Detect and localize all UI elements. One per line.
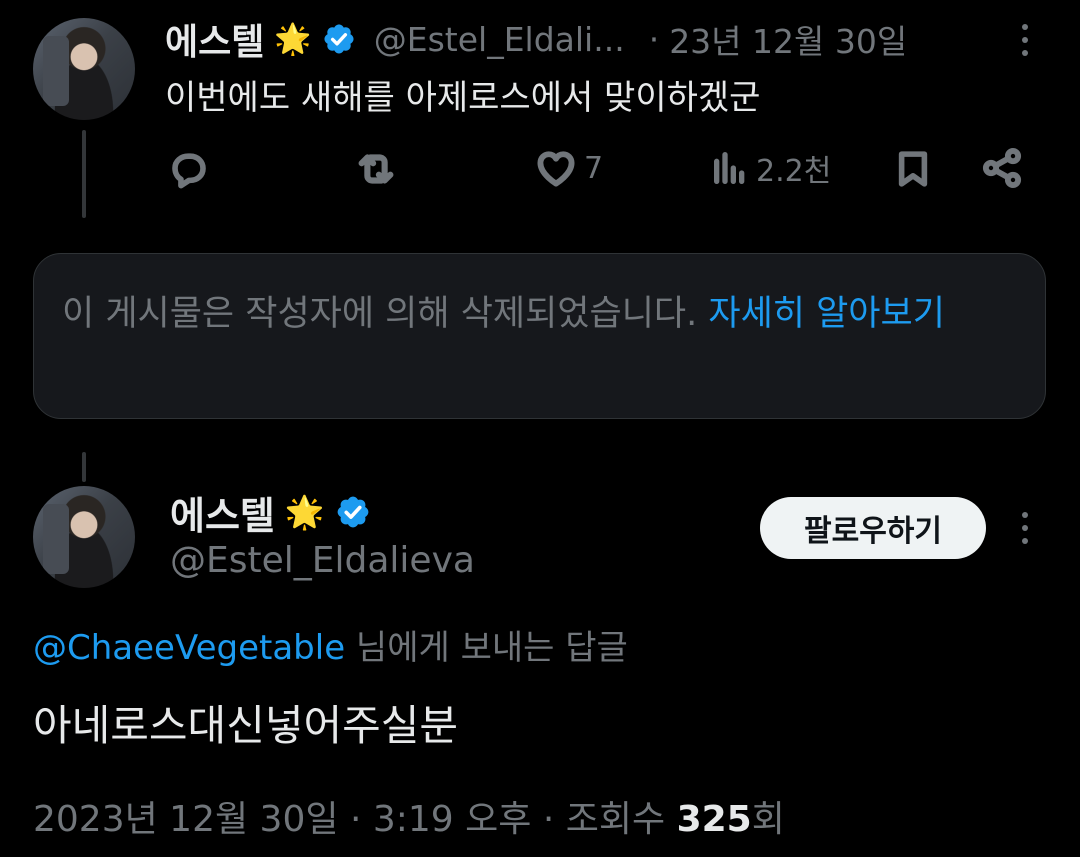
deleted-post-notice: 이 게시물은 작성자에 의해 삭제되었습니다. 자세히 알아보기 bbox=[62, 286, 962, 342]
views-label: 조회수 bbox=[565, 799, 666, 840]
main-handle[interactable]: @Estel_Eldalieva bbox=[170, 540, 475, 581]
deleted-notice-text: 이 게시물은 작성자에 의해 삭제되었습니다. bbox=[62, 294, 698, 334]
thread-line-top bbox=[82, 130, 86, 218]
views-button[interactable]: 2.2천 bbox=[710, 146, 831, 190]
parent-badge-emoji: 🌟 bbox=[274, 21, 312, 57]
parent-separator: · bbox=[648, 19, 660, 59]
views-count: 2.2천 bbox=[756, 154, 832, 189]
main-more-icon[interactable] bbox=[1022, 512, 1028, 544]
views-suffix: 회 bbox=[751, 799, 785, 840]
parent-more-icon[interactable] bbox=[1022, 24, 1028, 56]
main-header: 에스텔 🌟 bbox=[170, 486, 371, 538]
tweet-date[interactable]: 2023년 12월 30일 bbox=[33, 799, 338, 840]
reply-to-line: @ChaeeVegetable 님에게 보내는 답글 bbox=[33, 620, 628, 669]
reply-to-handle[interactable]: @ChaeeVegetable bbox=[33, 628, 345, 668]
thread-line-middle bbox=[82, 452, 86, 482]
bookmark-icon bbox=[898, 151, 928, 187]
like-button[interactable]: 7 bbox=[534, 146, 603, 190]
learn-more-link[interactable]: 자세히 알아보기 bbox=[708, 294, 945, 334]
views-icon bbox=[714, 152, 745, 184]
tweet-time[interactable]: 3:19 오후 bbox=[373, 799, 532, 840]
retweet-button[interactable] bbox=[352, 146, 400, 192]
parent-display-name[interactable]: 에스텔 bbox=[165, 13, 264, 65]
meta-separator-2: · bbox=[542, 799, 555, 840]
follow-button[interactable]: 팔로우하기 bbox=[760, 497, 986, 559]
like-count: 7 bbox=[584, 150, 604, 186]
parent-avatar[interactable] bbox=[33, 18, 135, 120]
share-icon bbox=[982, 148, 1022, 188]
verified-icon bbox=[337, 496, 369, 528]
retweet-icon bbox=[358, 154, 394, 184]
parent-header: 에스텔 🌟 @Estel_Eldali... · 23년 12월 30일 bbox=[165, 14, 907, 64]
main-badge-emoji: 🌟 bbox=[284, 493, 325, 531]
reply-button[interactable] bbox=[168, 148, 210, 190]
main-avatar[interactable] bbox=[33, 486, 135, 588]
parent-handle[interactable]: @Estel_Eldali... bbox=[374, 20, 625, 59]
bookmark-button[interactable] bbox=[892, 146, 934, 192]
reply-icon bbox=[172, 153, 206, 189]
parent-tweet-text: 이번에도 새해를 아제로스에서 맞이하겠군 bbox=[165, 78, 761, 118]
verified-icon bbox=[324, 24, 354, 54]
reply-to-suffix: 님에게 보내는 답글 bbox=[355, 628, 628, 668]
tweet-meta: 2023년 12월 30일 · 3:19 오후 · 조회수 325회 bbox=[33, 790, 785, 842]
parent-date[interactable]: 23년 12월 30일 bbox=[669, 15, 907, 63]
meta-separator-1: · bbox=[349, 799, 362, 840]
views-total: 325 bbox=[676, 799, 752, 840]
main-display-name[interactable]: 에스텔 bbox=[170, 485, 275, 540]
heart-icon bbox=[537, 151, 575, 187]
main-tweet-text: 아네로스대신넣어주실분 bbox=[33, 701, 459, 750]
share-button[interactable] bbox=[980, 146, 1024, 190]
